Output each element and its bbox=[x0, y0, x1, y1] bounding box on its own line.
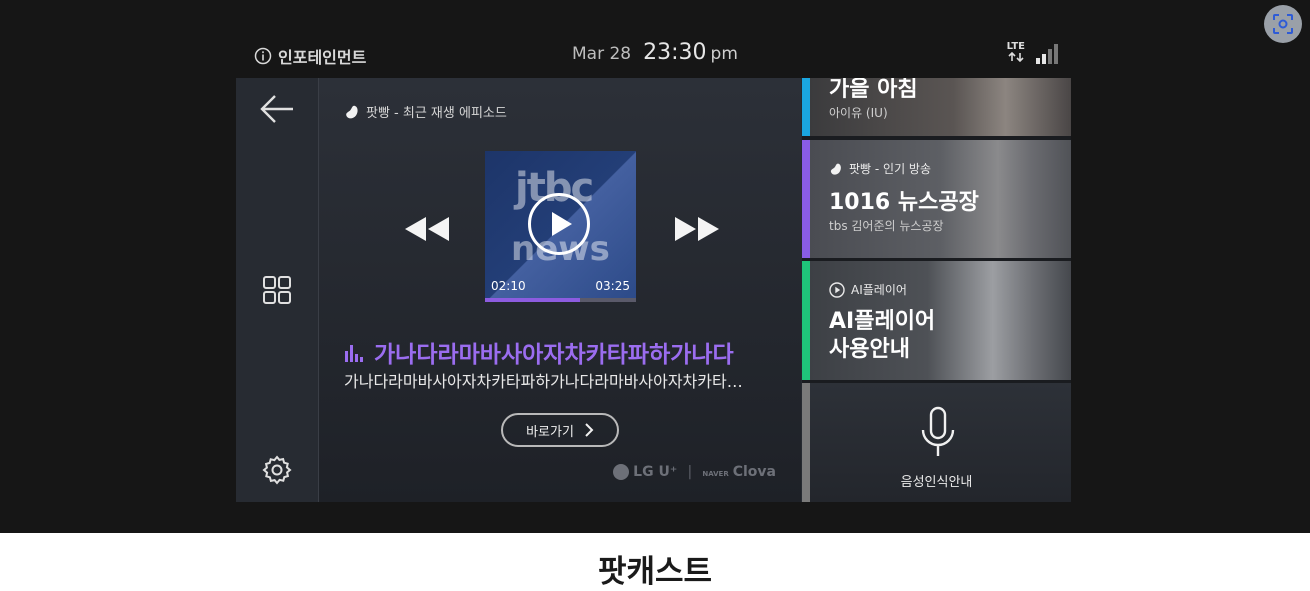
signal-icon bbox=[1036, 43, 1058, 64]
settings-button[interactable] bbox=[256, 449, 298, 491]
lg-logo-text: LG U⁺ bbox=[633, 464, 678, 480]
screenshot-frame: 인포테인먼트 Mar 28 23:30 pm LTE 팟빵 - 최근 재생 에피… bbox=[0, 0, 1310, 533]
card-title: 가을 아침 bbox=[829, 78, 918, 102]
episode-subtitle: 가나다라마바사아자차카타파하가나다라마바사아자차카타… bbox=[344, 372, 743, 391]
ampm-text: pm bbox=[710, 44, 738, 64]
lens-icon bbox=[1273, 14, 1293, 34]
progress-fill bbox=[485, 298, 581, 302]
card-accent-bar bbox=[802, 261, 810, 380]
podbbang-bean-icon bbox=[346, 105, 358, 118]
microphone-icon bbox=[921, 406, 955, 456]
card-label-text: 팟빵 - 인기 방송 bbox=[849, 162, 932, 176]
infotainment-label: 인포테인먼트 bbox=[254, 44, 366, 68]
time-text: 23:30 bbox=[643, 40, 707, 65]
chevron-right-icon bbox=[585, 423, 594, 437]
card-voice-guide[interactable]: 음성인식안내 bbox=[802, 383, 1071, 502]
elapsed-time: 02:10 bbox=[491, 279, 526, 293]
card-text: AI플레이어 AI플레이어 사용안내 bbox=[829, 281, 935, 364]
left-nav bbox=[236, 78, 319, 502]
card-autumn-morning[interactable]: 가을 아침 아이유 (IU) bbox=[802, 78, 1071, 136]
fast-forward-icon bbox=[675, 217, 719, 241]
head-unit-screen: 팟빵 - 최근 재생 에피소드 jtbc news 02:10 03:25 가나… bbox=[236, 78, 1071, 502]
card-title: 1016 뉴스공장 bbox=[829, 190, 979, 215]
progress-bar[interactable] bbox=[485, 298, 636, 302]
app-label: 인포테인먼트 bbox=[278, 48, 367, 67]
equalizer-icon bbox=[345, 345, 363, 362]
now-playing-panel: 팟빵 - 최근 재생 에피소드 jtbc news 02:10 03:25 가나… bbox=[319, 78, 801, 502]
clova-text: Clova bbox=[732, 464, 776, 480]
card-label: 팟빵 - 인기 방송 bbox=[829, 160, 979, 177]
data-arrows-icon bbox=[1008, 51, 1024, 63]
partner-logos: LG U⁺ | NAVER Clova bbox=[613, 464, 776, 480]
gear-icon bbox=[262, 455, 292, 485]
card-label-text: AI플레이어 bbox=[851, 283, 907, 297]
duration-time: 03:25 bbox=[595, 279, 630, 293]
rewind-icon bbox=[405, 217, 449, 241]
status-bar: 인포테인먼트 Mar 28 23:30 pm LTE bbox=[236, 38, 1071, 76]
play-icon bbox=[552, 212, 572, 236]
card-label: AI플레이어 bbox=[829, 281, 935, 298]
voice-guide-label: 음성인식안내 bbox=[900, 475, 973, 490]
clock: Mar 28 23:30 pm bbox=[572, 40, 738, 65]
goto-button[interactable]: 바로가기 bbox=[501, 413, 619, 447]
card-text: 팟빵 - 인기 방송 1016 뉴스공장 tbs 김어준의 뉴스공장 bbox=[829, 160, 979, 234]
info-icon bbox=[254, 47, 272, 65]
episode-title: 가나다라마바사아자차카타파하가나다 bbox=[344, 335, 734, 369]
podbbang-bean-icon bbox=[830, 163, 841, 175]
back-arrow-icon bbox=[260, 95, 293, 123]
grid-icon bbox=[263, 276, 291, 304]
back-button[interactable] bbox=[256, 88, 298, 130]
date-text: Mar 28 bbox=[572, 44, 632, 64]
card-news-factory[interactable]: 팟빵 - 인기 방송 1016 뉴스공장 tbs 김어준의 뉴스공장 bbox=[802, 140, 1071, 258]
play-button[interactable] bbox=[528, 193, 590, 255]
connectivity: LTE bbox=[1007, 42, 1059, 65]
card-title-line2: 사용안내 bbox=[829, 337, 910, 362]
lte-label: LTE bbox=[1006, 41, 1025, 52]
card-sub: 아이유 (IU) bbox=[829, 106, 888, 120]
lens-search-button[interactable] bbox=[1264, 5, 1302, 43]
goto-label: 바로가기 bbox=[526, 424, 574, 440]
figure-caption: 팟캐스트 bbox=[597, 554, 713, 590]
rewind-button[interactable] bbox=[404, 216, 450, 246]
lte-indicator: LTE bbox=[1007, 42, 1025, 65]
recommendation-column: 가을 아침 아이유 (IU) 팟빵 - 인기 방송 1016 뉴스공장 tbs … bbox=[802, 78, 1071, 502]
card-title-line1: AI플레이어 bbox=[829, 309, 936, 334]
play-circle-icon bbox=[829, 281, 845, 298]
source-text: 팟빵 - 최근 재생 에피소드 bbox=[366, 106, 507, 121]
source-label: 팟빵 - 최근 재생 에피소드 bbox=[344, 102, 507, 121]
album-artwork[interactable]: jtbc news 02:10 03:25 bbox=[485, 151, 636, 302]
fast-forward-button[interactable] bbox=[674, 216, 720, 246]
title-text: 가나다라마바사아자차카타파하가나다 bbox=[374, 342, 734, 368]
card-accent-bar bbox=[802, 78, 810, 136]
card-text: 가을 아침 아이유 (IU) bbox=[829, 78, 918, 121]
card-sub: tbs 김어준의 뉴스공장 bbox=[829, 219, 944, 233]
lg-logo-mark bbox=[613, 464, 630, 480]
card-ai-player[interactable]: AI플레이어 AI플레이어 사용안내 bbox=[802, 261, 1071, 380]
lg-uplus-logo: LG U⁺ bbox=[613, 464, 677, 480]
menu-grid-button[interactable] bbox=[256, 269, 298, 311]
naver-text: NAVER bbox=[702, 470, 729, 478]
naver-clova-logo: NAVER Clova bbox=[702, 464, 776, 480]
card-accent-bar bbox=[802, 140, 810, 258]
logo-divider: | bbox=[687, 464, 693, 480]
